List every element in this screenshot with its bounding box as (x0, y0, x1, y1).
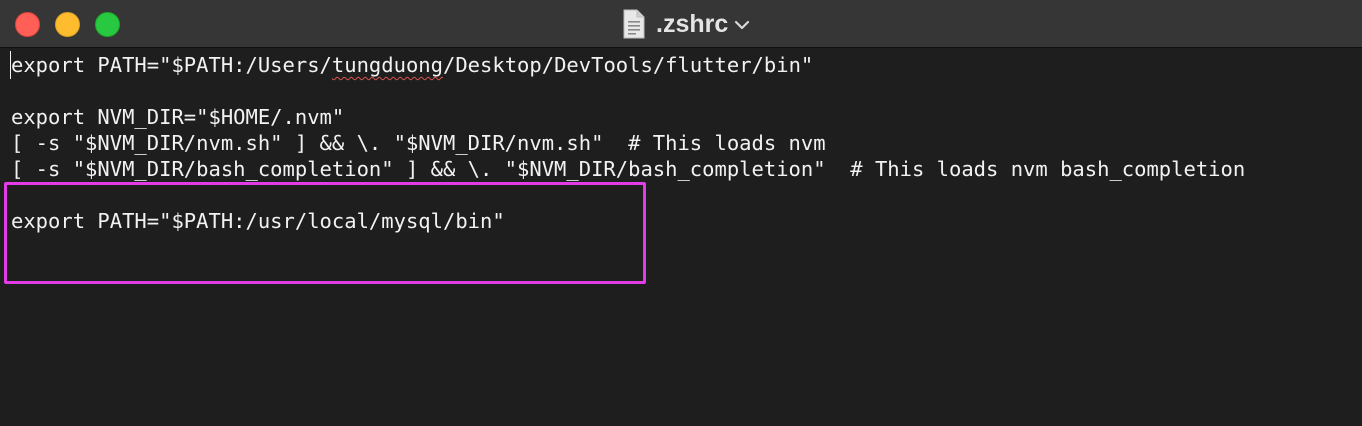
window-title[interactable]: .zshrc (622, 8, 750, 40)
window-title-text: .zshrc (656, 9, 729, 38)
document-icon (623, 9, 645, 39)
code-line-5[interactable]: [ -s "$NVM_DIR/bash_completion" ] && \. … (11, 156, 1245, 182)
chevron-down-icon[interactable] (734, 19, 750, 31)
code-line-1-end: /Desktop/DevTools/flutter/bin" (443, 53, 814, 77)
zoom-button[interactable] (95, 12, 120, 37)
code-line-4[interactable]: [ -s "$NVM_DIR/nvm.sh" ] && \. "$NVM_DIR… (11, 130, 826, 156)
highlight-annotation-box (4, 182, 646, 284)
code-line-1-start: export PATH="$PATH:/Users/ (11, 53, 332, 77)
close-button[interactable] (15, 12, 40, 37)
text-editor-window: .zshrc export PATH="$PATH:/Users/tungduo… (0, 0, 1362, 426)
misspelled-word[interactable]: tungduong (332, 53, 443, 77)
code-line-3[interactable]: export NVM_DIR="$HOME/.nvm" (11, 104, 344, 130)
minimize-button[interactable] (55, 12, 80, 37)
title-bar[interactable]: .zshrc (0, 0, 1362, 48)
code-line-1[interactable]: export PATH="$PATH:/Users/tungduong/Desk… (11, 52, 813, 78)
